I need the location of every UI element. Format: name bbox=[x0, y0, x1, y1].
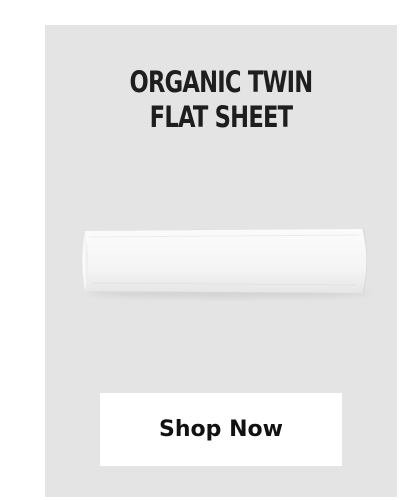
product-title-line-1: ORGANIC TWIN bbox=[129, 65, 314, 99]
product-card[interactable]: ORGANIC TWIN FLAT SHEET Shop Now bbox=[45, 25, 397, 497]
product-title: ORGANIC TWIN FLAT SHEET bbox=[84, 65, 359, 135]
product-title-line-2: FLAT SHEET bbox=[149, 100, 293, 134]
product-image[interactable] bbox=[79, 223, 375, 301]
folded-sheet-icon bbox=[82, 228, 369, 298]
shop-now-button[interactable]: Shop Now bbox=[100, 393, 342, 466]
